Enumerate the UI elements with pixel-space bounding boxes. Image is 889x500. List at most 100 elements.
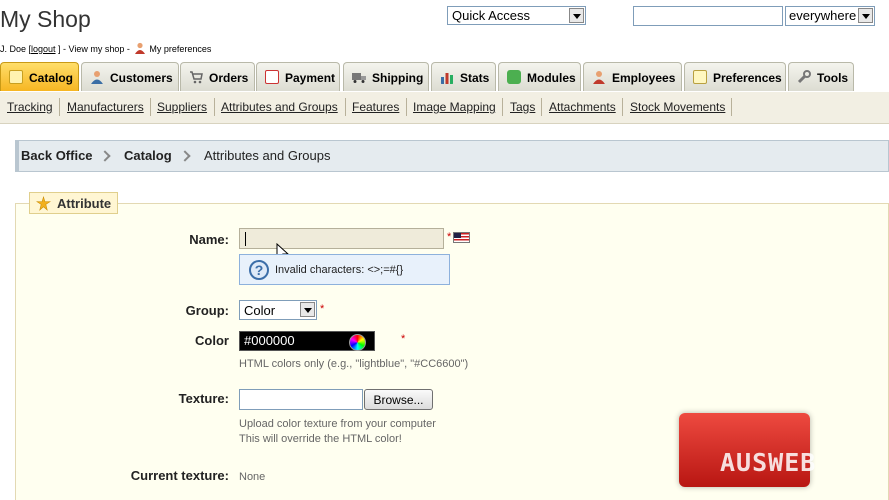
separator: -: [124, 44, 133, 54]
breadcrumb-catalog[interactable]: Catalog: [124, 148, 172, 163]
group-label: Group:: [185, 303, 229, 318]
color-help-text: HTML colors only (e.g., "lightblue", "#C…: [239, 358, 469, 370]
user-icon: [135, 42, 146, 54]
subnav-divider: [502, 98, 503, 116]
tab-catalog[interactable]: Catalog: [0, 62, 79, 91]
color-label: Color: [195, 333, 229, 348]
text-caret: [245, 232, 246, 246]
my-preferences-link[interactable]: My preferences: [149, 44, 211, 54]
subnav-divider: [731, 98, 732, 116]
tab-preferences[interactable]: Preferences: [684, 62, 786, 91]
catalog-subnav: Tracking Manufacturers Suppliers Attribu…: [0, 92, 889, 124]
texture-file-input[interactable]: [239, 389, 363, 410]
current-texture-value: None: [239, 471, 266, 483]
name-label: Name:: [189, 232, 229, 247]
user-separator: ] -: [55, 44, 69, 54]
browse-button[interactable]: Browse...: [364, 389, 433, 410]
chevron-right-icon: [179, 150, 191, 162]
quick-access-value: Quick Access: [452, 8, 531, 23]
tab-customers[interactable]: Customers: [81, 62, 179, 91]
search-scope-select[interactable]: everywhere: [785, 6, 875, 26]
invalid-characters-hint: ? Invalid characters: <>;=#{}: [239, 254, 450, 285]
user-line: J. Doe [logout ] - View my shop - My pre…: [0, 42, 211, 54]
truck-icon: [352, 73, 366, 83]
subnav-divider: [622, 98, 623, 116]
tab-stats[interactable]: Stats: [431, 62, 496, 91]
tab-payment[interactable]: Payment: [256, 62, 340, 91]
texture-help-1: Upload color texture from your computer: [239, 418, 436, 430]
search-input[interactable]: [633, 6, 783, 26]
tab-label: Tools: [817, 71, 849, 85]
tab-label: Orders: [209, 71, 249, 85]
attribute-legend: Attribute: [29, 192, 118, 214]
stats-icon: [441, 73, 453, 84]
subnav-stock-movements[interactable]: Stock Movements: [630, 100, 725, 114]
search-scope-value: everywhere: [789, 8, 857, 23]
puzzle-icon: [507, 70, 521, 84]
shop-title: My Shop: [0, 6, 91, 32]
tab-label: Payment: [285, 71, 336, 85]
subnav-attributes-groups[interactable]: Attributes and Groups: [221, 100, 338, 114]
subnav-divider: [59, 98, 60, 116]
chevron-right-icon: [99, 150, 111, 162]
star-icon: [36, 196, 51, 211]
employee-icon: [593, 71, 605, 84]
name-input[interactable]: [239, 228, 444, 249]
view-shop-link[interactable]: View my shop: [69, 44, 125, 54]
breadcrumb-current: Attributes and Groups: [204, 148, 331, 163]
subnav-suppliers[interactable]: Suppliers: [157, 100, 207, 114]
chevron-down-icon[interactable]: [569, 8, 584, 23]
help-icon: ?: [249, 260, 269, 280]
hint-text: Invalid characters: <>;=#{}: [275, 264, 404, 276]
logout-link[interactable]: logout: [31, 44, 56, 54]
user-name: J. Doe [: [0, 44, 32, 54]
wrench-icon: [797, 70, 811, 84]
chevron-down-icon[interactable]: [300, 302, 315, 317]
subnav-tags[interactable]: Tags: [510, 100, 535, 114]
tab-tools[interactable]: Tools: [788, 62, 854, 91]
subnav-tracking[interactable]: Tracking: [7, 100, 53, 114]
watermark-logo: AUSWEB: [720, 448, 817, 477]
subnav-divider: [214, 98, 215, 116]
tab-employees[interactable]: Employees: [583, 62, 682, 91]
subnav-manufacturers[interactable]: Manufacturers: [67, 100, 144, 114]
chevron-down-icon[interactable]: [858, 8, 873, 23]
texture-label: Texture:: [178, 391, 229, 406]
tab-shipping[interactable]: Shipping: [343, 62, 429, 91]
tab-orders[interactable]: Orders: [180, 62, 255, 91]
group-select-value: Color: [244, 303, 276, 318]
cart-icon: [190, 71, 203, 84]
catalog-icon: [9, 70, 23, 84]
tab-label: Catalog: [29, 71, 74, 85]
subnav-divider: [406, 98, 407, 116]
subnav-divider: [541, 98, 542, 116]
current-texture-label: Current texture:: [130, 468, 229, 483]
required-mark: *: [320, 303, 325, 315]
quick-access-select[interactable]: Quick Access: [447, 6, 586, 25]
required-mark: *: [401, 333, 406, 345]
tab-modules[interactable]: Modules: [498, 62, 581, 91]
tab-label: Shipping: [372, 71, 424, 85]
legend-title: Attribute: [57, 196, 112, 211]
main-tabs: Catalog Customers Orders Payment Shippin…: [0, 62, 889, 92]
subnav-image-mapping[interactable]: Image Mapping: [413, 100, 496, 114]
breadcrumb: Back Office Catalog Attributes and Group…: [15, 140, 889, 172]
group-select[interactable]: Color: [239, 300, 317, 320]
color-picker-icon[interactable]: [349, 334, 366, 351]
breadcrumb-back-office[interactable]: Back Office: [21, 148, 93, 163]
subnav-attachments[interactable]: Attachments: [549, 100, 616, 114]
preferences-icon: [693, 70, 707, 84]
subnav-divider: [345, 98, 346, 116]
header: My Shop J. Doe [logout ] - View my shop …: [0, 0, 889, 62]
tab-label: Customers: [110, 71, 173, 85]
tab-label: Employees: [612, 71, 676, 85]
customers-icon: [91, 71, 103, 84]
texture-help-2: This will override the HTML color!: [239, 433, 402, 445]
subnav-features[interactable]: Features: [352, 100, 399, 114]
required-mark: *: [447, 231, 452, 243]
us-flag-icon[interactable]: [453, 232, 470, 243]
tab-label: Modules: [527, 71, 576, 85]
payment-icon: [265, 70, 279, 84]
tab-label: Preferences: [713, 71, 782, 85]
tab-label: Stats: [460, 71, 490, 85]
